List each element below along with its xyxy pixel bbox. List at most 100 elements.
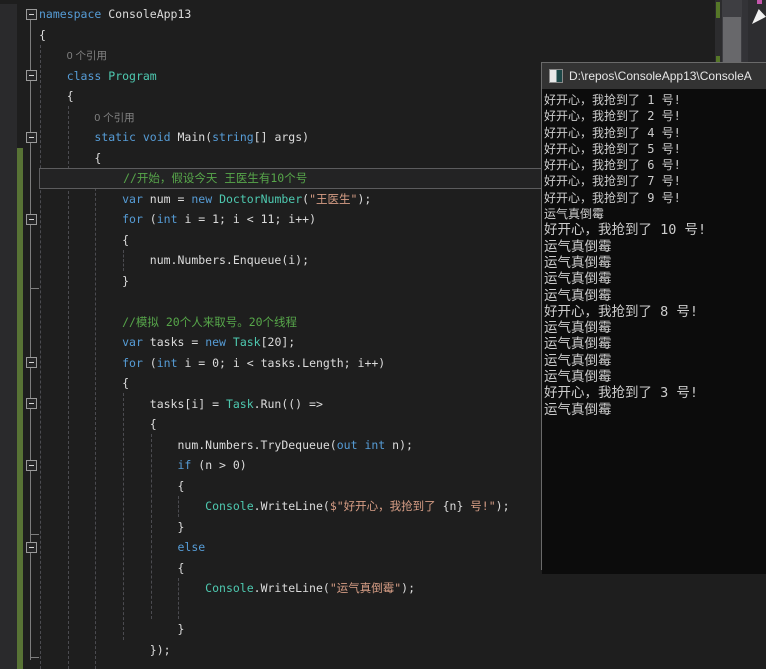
fold-toggle-icon[interactable] xyxy=(25,131,37,143)
fold-toggle-icon[interactable] xyxy=(25,541,37,553)
glyph-margin xyxy=(0,434,17,455)
glyph-margin xyxy=(0,127,17,148)
glyph-margin xyxy=(0,332,17,353)
code-text[interactable] xyxy=(39,599,766,620)
fold-margin xyxy=(23,476,39,497)
right-panel xyxy=(748,0,766,62)
scrollbar-thumb[interactable] xyxy=(723,17,741,62)
vertical-scrollbar[interactable] xyxy=(722,0,742,62)
glyph-margin xyxy=(0,619,17,640)
fold-margin xyxy=(23,271,39,292)
code-segment: (n > 0) xyxy=(191,458,247,472)
code-segment: ); xyxy=(401,581,416,595)
console-line: 好开心，我抢到了 2 号! xyxy=(544,109,681,124)
console-line: 好开心，我抢到了 4 号! xyxy=(544,125,681,140)
fold-margin xyxy=(23,537,39,558)
glyph-margin xyxy=(0,455,17,476)
code-line[interactable]: } xyxy=(0,619,766,640)
code-segment: { xyxy=(39,150,102,165)
code-segment: {n} xyxy=(442,499,464,513)
code-segment: void xyxy=(142,130,171,144)
console-app-icon xyxy=(549,69,563,83)
console-line: 运气真倒霉 xyxy=(544,336,612,353)
code-segment: { xyxy=(39,232,130,247)
fold-margin xyxy=(23,414,39,435)
console-title: D:\repos\ConsoleApp13\ConsoleA xyxy=(569,69,752,83)
code-segment: out xyxy=(336,437,358,452)
code-segment: .WriteLine( xyxy=(253,581,330,595)
code-segment: //开始，假设今天 王医生有10个号 xyxy=(40,171,308,185)
fold-toggle-icon[interactable] xyxy=(25,213,37,225)
glyph-margin xyxy=(0,229,17,250)
fold-end-tick xyxy=(30,288,39,289)
code-segment: n); xyxy=(385,437,413,452)
fold-toggle-icon[interactable] xyxy=(25,70,37,82)
glyph-margin xyxy=(0,188,17,209)
console-line: 运气真倒霉 xyxy=(544,254,612,271)
console-line: 运气真倒霉 xyxy=(544,352,612,369)
console-line: 好开心，我抢到了 1 号! xyxy=(544,93,681,107)
code-segment: Console xyxy=(205,499,254,513)
console-line: 好开心，我抢到了 8 号! xyxy=(544,303,699,320)
code-segment: } xyxy=(39,519,185,534)
code-text[interactable]: } xyxy=(39,619,766,640)
fold-margin xyxy=(23,148,39,169)
code-segment: for xyxy=(122,355,143,370)
code-segment: "运气真倒霉" xyxy=(329,581,402,595)
console-window[interactable]: D:\repos\ConsoleApp13\ConsoleA 好开心，我抢到了 … xyxy=(541,62,766,574)
code-text[interactable]: Console.WriteLine("运气真倒霉"); xyxy=(39,578,766,599)
code-segment: var xyxy=(122,335,143,349)
code-segment: "王医生" xyxy=(309,191,358,206)
fold-toggle-icon[interactable] xyxy=(25,398,37,410)
fold-margin xyxy=(23,230,39,251)
console-output[interactable]: 好开心，我抢到了 1 号! 好开心，我抢到了 2 号! 好开心，我抢到了 4 号! 好… xyxy=(542,89,766,574)
console-line: 运气真倒霉 xyxy=(544,207,605,222)
fold-toggle-icon[interactable] xyxy=(25,459,37,471)
code-segment: var xyxy=(122,191,143,206)
code-text[interactable]: { xyxy=(39,25,766,46)
glyph-margin xyxy=(0,598,17,619)
code-line[interactable]: }); xyxy=(0,639,766,661)
fold-margin xyxy=(23,332,39,353)
fold-margin xyxy=(23,496,39,517)
code-segment: [20]; xyxy=(260,335,296,349)
code-segment: static xyxy=(94,130,136,144)
code-segment: $"好开心，我抢到了 xyxy=(329,499,443,513)
code-line[interactable]: namespace ConsoleApp13 xyxy=(0,4,766,25)
code-segment: string xyxy=(212,130,254,144)
code-line[interactable] xyxy=(0,598,766,620)
code-segment: Main( xyxy=(170,130,213,144)
fold-margin xyxy=(23,4,39,25)
glyph-margin xyxy=(0,147,17,168)
fold-toggle-icon[interactable] xyxy=(25,357,37,369)
console-line: 好开心，我抢到了 6 号! xyxy=(544,158,681,173)
fold-margin xyxy=(23,209,39,230)
glyph-margin xyxy=(0,209,17,230)
console-line: 运气真倒霉 xyxy=(544,320,612,337)
code-segment: i = 1; i < 11; i++) xyxy=(177,212,316,226)
glyph-margin xyxy=(0,291,17,312)
code-segment: namespace xyxy=(39,7,102,21)
console-line: 运气真倒霉 xyxy=(544,401,612,418)
fold-margin xyxy=(23,619,39,640)
glyph-margin xyxy=(0,639,17,660)
code-line[interactable]: Console.WriteLine("运气真倒霉"); xyxy=(0,578,766,599)
code-text[interactable]: }); xyxy=(39,640,766,661)
glyph-margin xyxy=(0,373,17,394)
code-text[interactable]: namespace ConsoleApp13 xyxy=(39,4,766,25)
glyph-margin xyxy=(0,311,17,332)
console-line: 运气真倒霉 xyxy=(544,238,612,255)
code-line[interactable]: { xyxy=(0,24,766,46)
glyph-margin xyxy=(0,537,17,558)
console-titlebar[interactable]: D:\repos\ConsoleApp13\ConsoleA xyxy=(542,63,766,89)
fold-toggle-icon[interactable] xyxy=(25,8,37,20)
console-line: 好开心，我抢到了 9 号! xyxy=(544,190,681,205)
fold-margin xyxy=(23,189,39,210)
glyph-margin xyxy=(0,414,17,435)
glyph-margin xyxy=(0,24,17,45)
fold-margin xyxy=(23,127,39,148)
